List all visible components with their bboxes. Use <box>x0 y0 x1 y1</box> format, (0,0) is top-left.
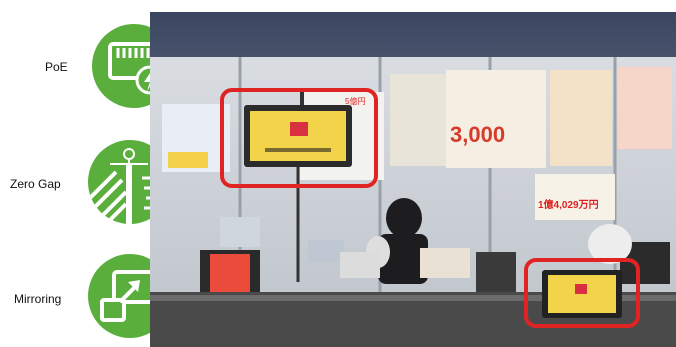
clerk <box>386 198 422 238</box>
poster <box>446 70 546 168</box>
feature-label-mirroring: Mirroring <box>14 292 62 306</box>
poster <box>390 74 452 166</box>
feature-label-zero-gap: Zero Gap <box>10 177 61 191</box>
poster <box>618 67 672 149</box>
lottery-counter-photo: 5億円 3,000 1億4,029万円 <box>150 12 676 347</box>
svg-text:5億円: 5億円 <box>345 96 365 106</box>
feature-label-poe: PoE <box>45 60 68 74</box>
jackpot-poster <box>535 174 615 220</box>
poster-text: 3,000 <box>450 122 505 147</box>
poster <box>550 70 612 166</box>
jackpot-text: 1億4,029万円 <box>538 198 599 211</box>
